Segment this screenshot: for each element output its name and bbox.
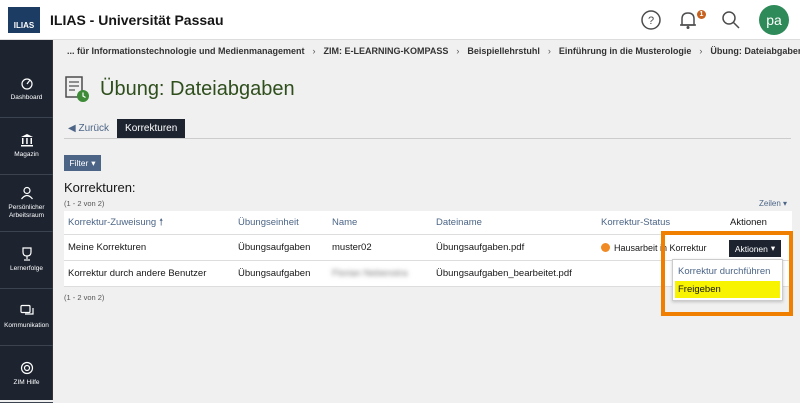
status-label: Hausarbeit in Korrektur — [614, 242, 707, 253]
sidebar-item-lernerfolge[interactable]: Lernerfolge — [0, 232, 53, 289]
lifebuoy-icon — [20, 361, 33, 375]
tab-divider — [64, 138, 791, 139]
bell-icon[interactable] — [677, 9, 699, 31]
row-count-top: (1 - 2 von 2) — [64, 199, 105, 208]
sidebar-item-magazin[interactable]: Magazin — [0, 118, 53, 175]
header-unit[interactable]: Übungseinheit — [238, 211, 299, 234]
sidebar-item-label: Persönlicher Arbeitsraum — [8, 204, 45, 219]
cell-filename[interactable]: Übungsaufgaben.pdf — [436, 235, 524, 260]
breadcrumb: ... für Informationstechnologie und Medi… — [53, 40, 800, 61]
tab-bar: ◀ Zurück Korrekturen — [64, 119, 186, 139]
breadcrumb-current[interactable]: Übung: Dateiabgaben — [710, 46, 800, 56]
user-avatar[interactable]: pa — [759, 5, 789, 35]
sidebar-item-dashboard[interactable]: Dashboard — [0, 61, 53, 118]
sidebar-item-kommunikation[interactable]: Kommunikation — [0, 289, 53, 346]
cell-name: muster02 — [332, 242, 372, 253]
notification-badge: 1 — [697, 10, 706, 19]
filter-label: Filter — [69, 158, 89, 168]
actions-dropdown: Korrektur durchführen Freigeben — [672, 259, 783, 301]
app-title: ILIAS - Universität Passau — [50, 12, 224, 28]
library-icon — [20, 134, 33, 147]
chevron-left-icon: ◀ — [68, 123, 79, 134]
header-filename[interactable]: Dateiname — [436, 211, 482, 234]
exercise-icon — [65, 76, 89, 102]
sidebar-item-zim-hilfe[interactable]: ZIM Hilfe — [0, 346, 53, 403]
header-actions: Aktionen — [730, 217, 767, 228]
menu-item-korrektur-durchfuehren[interactable]: Korrektur durchführen — [675, 263, 780, 280]
breadcrumb-item[interactable]: Beispiellehrstuhl — [467, 46, 540, 56]
cell-assignment: Meine Korrekturen — [68, 242, 147, 253]
cell-unit: Übungsaufgaben — [238, 268, 311, 279]
breadcrumb-item[interactable]: Einführung in die Musterologie — [559, 46, 692, 56]
cell-unit: Übungsaufgaben — [238, 242, 311, 253]
header-name[interactable]: Name — [332, 211, 357, 234]
breadcrumb-item[interactable]: ZIM: E-LEARNING-KOMPASS — [324, 46, 449, 56]
menu-item-freigeben[interactable]: Freigeben — [675, 281, 780, 298]
cell-name-blurred: Florian Nebenstra — [332, 268, 408, 279]
chevron-right-icon: › — [456, 45, 460, 56]
sidebar-item-label: Lernerfolge — [10, 265, 43, 272]
status-indicator — [601, 243, 610, 252]
header-assignment[interactable]: Korrektur-Zuweisung 🠕 — [68, 211, 163, 234]
header-status[interactable]: Korrektur-Status — [601, 211, 670, 234]
help-icon[interactable]: ? — [640, 9, 662, 31]
tab-back[interactable]: ◀ Zurück — [64, 119, 117, 139]
filter-button[interactable]: Filter ▾ — [64, 155, 101, 171]
page-title: Übung: Dateiabgaben — [100, 78, 295, 100]
actions-button[interactable]: Aktionen ▾ — [729, 240, 781, 257]
sidebar-item-personal-workspace[interactable]: Persönlicher Arbeitsraum — [0, 175, 53, 232]
sidebar-item-label: Magazin — [14, 151, 39, 158]
top-bar: ILIAS ILIAS - Universität Passau ? 1 pa — [0, 0, 800, 40]
table-title: Korrekturen: — [64, 180, 136, 195]
rows-per-page-link[interactable]: Zeilen ▾ — [759, 199, 787, 208]
sidebar: Dashboard Magazin Persönlicher Arbeitsra… — [0, 40, 53, 403]
table-row: Meine Korrekturen Übungsaufgaben muster0… — [64, 235, 792, 261]
ilias-logo[interactable]: ILIAS — [8, 7, 40, 33]
sort-up-icon: 🠕 — [159, 216, 164, 228]
caret-down-icon: ▾ — [91, 157, 96, 168]
trophy-icon — [21, 247, 32, 261]
person-icon — [20, 186, 33, 200]
cell-assignment: Korrektur durch andere Benutzer — [68, 268, 207, 279]
table-header-row: Korrektur-Zuweisung 🠕 Übungseinheit Name … — [64, 211, 792, 235]
row-count-bottom: (1 - 2 von 2) — [64, 293, 105, 302]
tab-korrekturen[interactable]: Korrekturen — [117, 119, 186, 139]
chevron-right-icon: › — [699, 45, 703, 56]
chevron-right-icon: › — [312, 45, 316, 56]
sidebar-item-label: Kommunikation — [4, 322, 49, 329]
tab-back-label: Zurück — [78, 123, 110, 134]
rows-link-label: Zeilen — [759, 199, 781, 208]
actions-label: Aktionen — [734, 243, 768, 254]
sidebar-item-label: Dashboard — [10, 94, 43, 101]
search-icon[interactable] — [720, 9, 742, 31]
caret-down-icon: ▾ — [783, 199, 788, 208]
dashboard-icon — [20, 78, 33, 90]
caret-down-icon: ▾ — [770, 243, 776, 253]
chevron-right-icon: › — [547, 45, 551, 56]
chat-icon — [19, 304, 34, 315]
sidebar-item-label: ZIM Hilfe — [13, 379, 40, 386]
svg-text:?: ? — [648, 15, 654, 27]
breadcrumb-item[interactable]: ... für Informationstechnologie und Medi… — [67, 46, 305, 56]
cell-status: Hausarbeit in Korrektur — [601, 235, 707, 260]
header-label: Korrektur-Zuweisung — [68, 217, 157, 228]
cell-filename[interactable]: Übungsaufgaben_bearbeitet.pdf — [436, 261, 572, 286]
